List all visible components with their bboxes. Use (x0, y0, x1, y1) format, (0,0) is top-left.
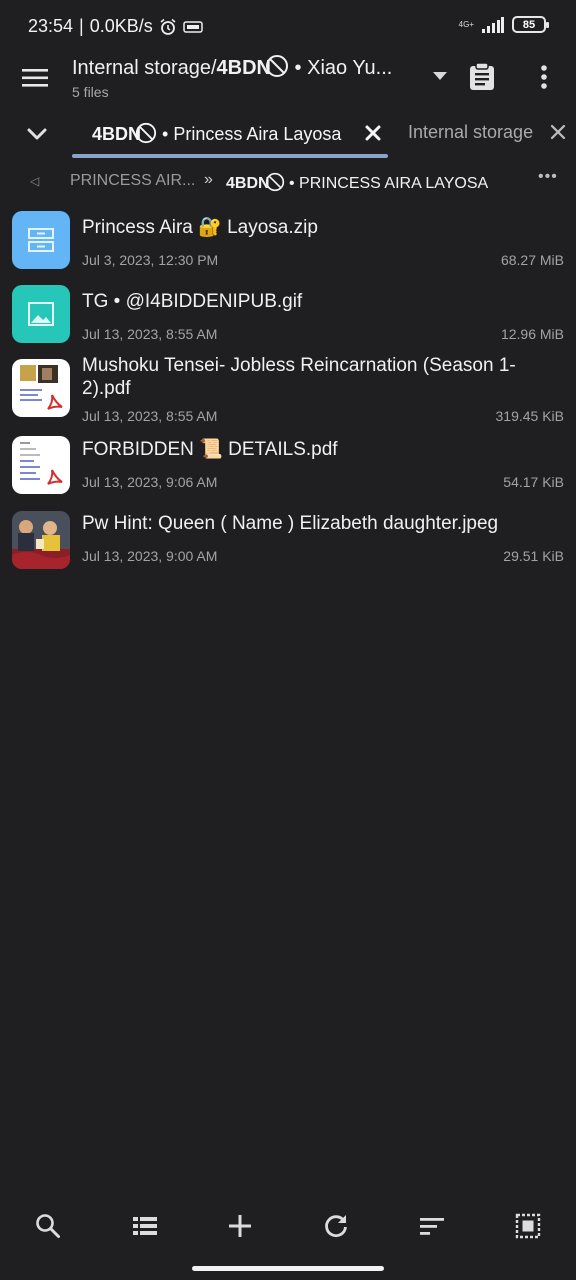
no-symbol-icon (265, 54, 289, 78)
file-size: 12.96 MiB (500, 326, 564, 342)
tab-internal-storage[interactable]: Internal storage (408, 122, 533, 143)
title-block[interactable]: Internal storage/4BDN • Xiao Yu... 5 fil… (72, 54, 427, 100)
file-date: Jul 13, 2023, 8:55 AM (82, 408, 218, 424)
dropdown-arrow-icon[interactable] (430, 66, 450, 86)
select-all-icon[interactable] (514, 1212, 542, 1240)
breadcrumb-item-parent[interactable]: PRINCESS AIR... (70, 172, 195, 190)
view-list-icon[interactable] (131, 1212, 159, 1240)
file-count: 5 files (72, 84, 109, 100)
no-symbol-icon (135, 122, 157, 144)
tab-close-icon[interactable] (364, 124, 382, 142)
tab-indicator (72, 154, 388, 158)
breadcrumb-more-icon[interactable]: ••• (538, 168, 558, 186)
breadcrumb: ◁ PRINCESS AIR... » 4BDN • PRINCESS AIRA… (0, 164, 576, 200)
file-size: 54.17 KiB (503, 474, 564, 490)
status-separator: | (79, 16, 84, 36)
photo-thumbnail (12, 511, 70, 569)
title-suffix: • Xiao Yu... (288, 57, 393, 79)
file-name: Princess Aira 🔐 Layosa.zip (82, 217, 318, 238)
list-item[interactable]: TG • @I4BIDDENIPUB.gif Jul 13, 2023, 8:5… (0, 278, 576, 352)
no-symbol-icon (265, 172, 285, 192)
page-title: Internal storage/4BDN • Xiao Yu... (72, 54, 427, 80)
toolbar: Internal storage/4BDN • Xiao Yu... 5 fil… (0, 52, 576, 108)
file-date: Jul 13, 2023, 9:00 AM (82, 548, 218, 564)
list-item[interactable]: Mushoku Tensei- Jobless Reincarnation (S… (0, 352, 576, 434)
title-prefix: Internal storage/ (72, 57, 217, 79)
breadcrumb-back-icon[interactable]: ◁ (30, 174, 39, 188)
refresh-icon[interactable] (322, 1212, 350, 1240)
tab-bar: 4BDN • Princess Aira Layosa Internal sto… (0, 112, 576, 160)
breadcrumb-current-bold: 4BDN (226, 175, 270, 192)
home-indicator[interactable] (192, 1266, 384, 1271)
status-right: 4G+ 85 (458, 16, 549, 33)
file-size: 29.51 KiB (503, 548, 564, 564)
file-size: 319.45 KiB (495, 408, 565, 424)
file-name: Mushoku Tensei- Jobless Reincarnation (S… (82, 355, 516, 399)
list-item[interactable]: Princess Aira 🔐 Layosa.zip Jul 3, 2023, … (0, 204, 576, 278)
network-type-label: 4G+ (458, 19, 474, 29)
file-date: Jul 13, 2023, 8:55 AM (82, 326, 218, 342)
menu-icon[interactable] (20, 65, 52, 91)
more-vert-icon[interactable] (530, 62, 558, 92)
vpn-key-icon (183, 20, 203, 34)
archive-icon (12, 211, 70, 269)
status-left: 23:54 | 0.0KB/s (28, 16, 203, 37)
clipboard-icon[interactable] (468, 62, 496, 92)
status-time: 23:54 (28, 16, 74, 36)
battery-icon: 85 (512, 16, 549, 33)
tab-active[interactable]: 4BDN • Princess Aira Layosa (72, 112, 388, 158)
tab-active-label: 4BDN • Princess Aira Layosa (92, 122, 341, 145)
battery-level: 85 (522, 18, 536, 31)
list-item[interactable]: Pw Hint: Queen ( Name ) Elizabeth daught… (0, 508, 576, 582)
tab-active-suffix: • Princess Aira Layosa (157, 124, 342, 144)
tab-close-icon[interactable] (550, 124, 566, 140)
breadcrumb-item-current[interactable]: 4BDN • PRINCESS AIRA LAYOSA (226, 172, 488, 193)
alarm-icon (159, 18, 177, 36)
file-date: Jul 13, 2023, 9:06 AM (82, 474, 218, 490)
file-name: TG • @I4BIDDENIPUB.gif (82, 291, 303, 312)
list-item[interactable]: FORBIDDEN 📜 DETAILS.pdf Jul 13, 2023, 9:… (0, 434, 576, 508)
breadcrumb-current-suffix: • PRINCESS AIRA LAYOSA (284, 175, 489, 192)
file-date: Jul 3, 2023, 12:30 PM (82, 252, 219, 268)
file-list: Princess Aira 🔐 Layosa.zip Jul 3, 2023, … (0, 204, 576, 582)
file-name: Pw Hint: Queen ( Name ) Elizabeth daught… (82, 513, 499, 534)
bottom-toolbar (0, 1200, 576, 1250)
image-icon (12, 285, 70, 343)
status-bar: 23:54 | 0.0KB/s 4G+ 85 (0, 0, 576, 52)
status-net-speed: 0.0KB/s (89, 16, 153, 36)
tab-active-bold: 4BDN (92, 124, 142, 144)
sort-icon[interactable] (418, 1212, 446, 1240)
add-icon[interactable] (226, 1212, 254, 1240)
search-icon[interactable] (34, 1212, 62, 1240)
pdf-thumbnail (12, 359, 70, 417)
signal-icon (482, 16, 504, 33)
title-bold: 4BDN (216, 57, 271, 79)
breadcrumb-separator: » (204, 171, 213, 188)
file-size: 68.27 MiB (500, 252, 564, 268)
file-name: FORBIDDEN 📜 DETAILS.pdf (82, 439, 338, 460)
chevron-down-icon[interactable] (24, 122, 50, 146)
pdf-thumbnail (12, 436, 70, 494)
